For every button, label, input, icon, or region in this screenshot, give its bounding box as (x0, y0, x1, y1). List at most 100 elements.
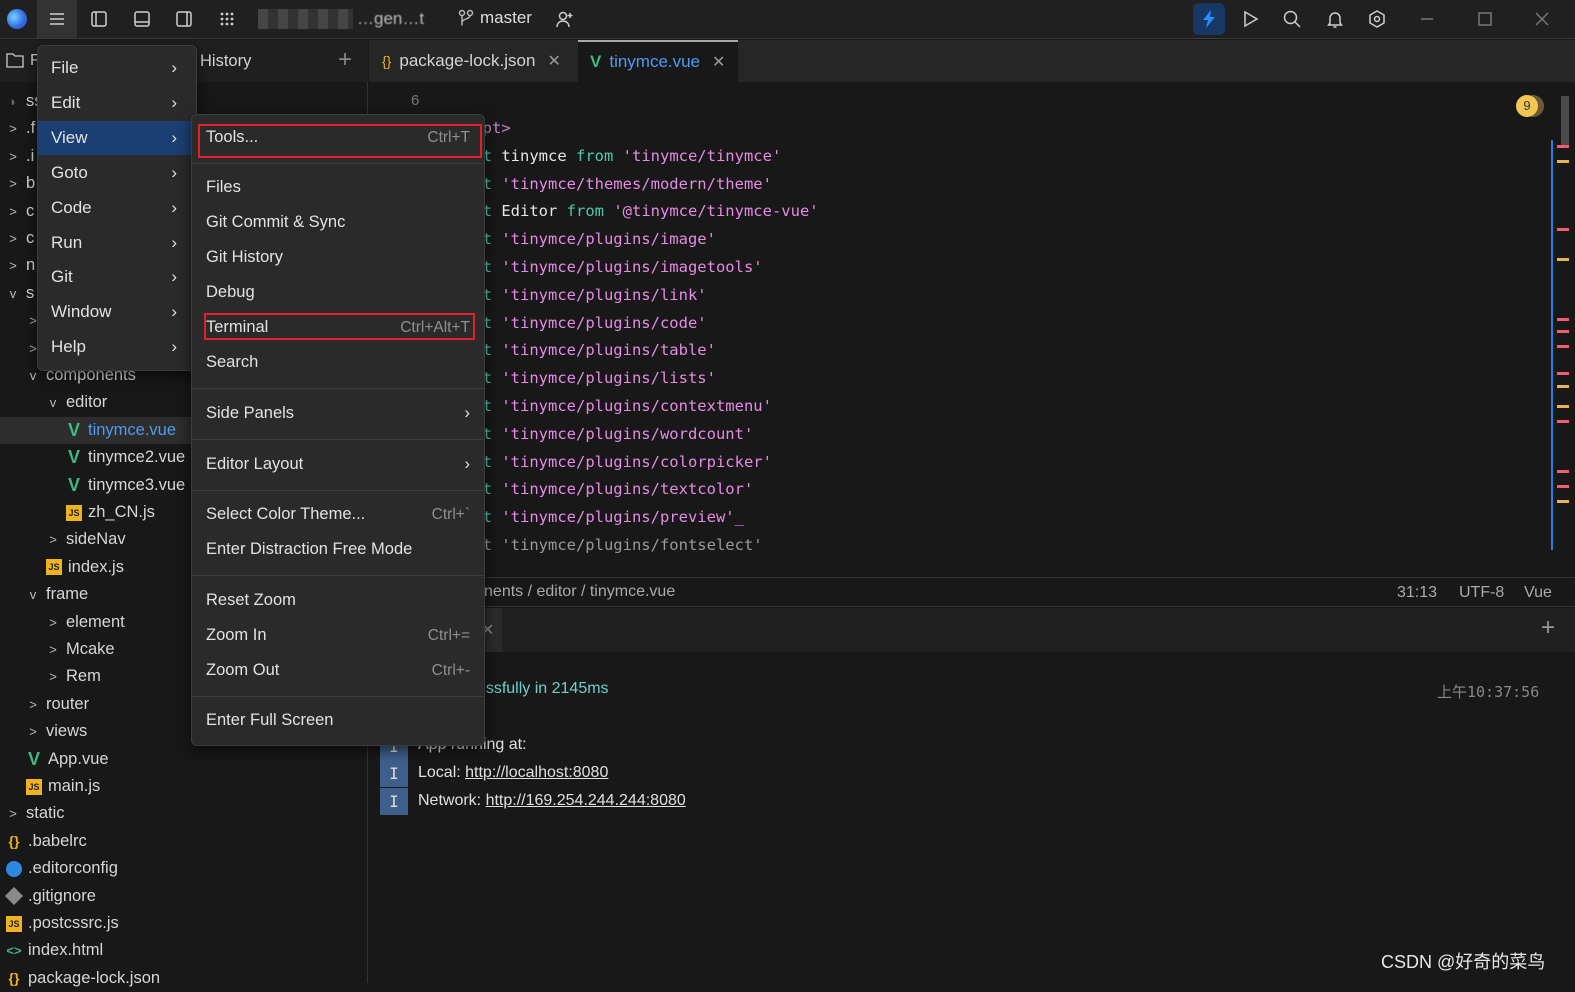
tree-item[interactable]: {} .babelrc (0, 828, 368, 855)
tree-item[interactable]: > static (0, 800, 368, 827)
tree-item[interactable]: {} package-lock.json (0, 965, 368, 992)
close-icon[interactable] (1525, 4, 1559, 34)
tree-item[interactable]: JS main.js (0, 773, 368, 800)
tree-item-label: editor (66, 393, 108, 412)
code-token: 'tinymce/plugins/link' (501, 285, 707, 304)
chevron-down-icon: v (49, 395, 57, 411)
bolt-icon[interactable] (1193, 3, 1225, 35)
menu-item-label: Zoom In (206, 626, 267, 644)
menu-item-view[interactable]: View › (37, 120, 191, 155)
code-token: 'tinymce/tinymce' (622, 146, 782, 165)
menu-item-goto[interactable]: Goto › (37, 156, 191, 190)
menu-item-edit[interactable]: Edit › (37, 86, 191, 120)
tree-item[interactable]: JS .postcssrc.js (0, 910, 368, 937)
menu-item-git[interactable]: Git › (37, 260, 191, 294)
editor-scrollbar[interactable] (1561, 96, 1569, 146)
tree-item[interactable]: .editorconfig (0, 855, 368, 882)
menu-item-debug[interactable]: Debug (192, 276, 484, 309)
menu-item-help[interactable]: Help › (37, 330, 191, 364)
menu-item-side-panels[interactable]: Side Panels › (192, 397, 484, 430)
json-icon: {} (8, 970, 20, 987)
minimize-icon[interactable] (1410, 4, 1444, 34)
menu-item-color-theme[interactable]: Select Color Theme... Ctrl+` (192, 498, 484, 531)
menu-item-reset-zoom[interactable]: Reset Zoom (192, 584, 484, 617)
chevron-right-icon: > (9, 148, 17, 164)
close-tab-icon[interactable]: ✕ (712, 52, 725, 72)
terminal-output[interactable] (369, 652, 1575, 983)
scrollbar-marker (1557, 372, 1569, 375)
menu-item-zoom-out[interactable]: Zoom Out Ctrl+- (192, 654, 484, 687)
bell-icon[interactable] (1318, 4, 1352, 34)
menu-item-code[interactable]: Code › (37, 191, 191, 225)
close-tab-icon[interactable]: ✕ (547, 51, 560, 71)
menu-item-label: Editor Layout (206, 455, 304, 473)
scrollbar-marker (1557, 485, 1569, 488)
chevron-right-icon: › (464, 455, 471, 473)
highlight-box-terminal (204, 313, 475, 340)
code-token: 'tinymce/plugins/code' (501, 313, 707, 332)
menu-item-files[interactable]: Files (192, 171, 484, 204)
chevron-down-icon: v (9, 285, 17, 301)
tab-tinymce-vue[interactable]: V tinymce.vue ✕ (578, 40, 738, 82)
app-logo (0, 4, 34, 34)
new-terminal-button[interactable]: + (1541, 614, 1555, 642)
network-url-link[interactable]: http://169.254.244.244:8080 (486, 792, 686, 809)
tree-item[interactable]: V App.vue (0, 746, 368, 773)
encoding[interactable]: UTF-8 (1459, 584, 1504, 602)
tree-item-label: .i (26, 146, 35, 165)
tab-package-lock-json[interactable]: {} package-lock.json ✕ (370, 40, 577, 82)
watermark: CSDN @好奇的菜鸟 (1381, 952, 1546, 972)
menu-item-label: Git (51, 267, 73, 287)
menu-item-search[interactable]: Search (192, 346, 484, 379)
code-token: 'tinymce/plugins/colorpicker' (501, 452, 772, 471)
menu-item-editor-layout[interactable]: Editor Layout › (192, 448, 484, 481)
sidebar-tab-history[interactable]: History (200, 52, 251, 71)
code-line: import 'tinymce/themes/modern/theme' (436, 175, 772, 193)
apps-grid-icon[interactable] (210, 4, 244, 34)
maximize-icon[interactable] (1468, 4, 1502, 34)
code-token: from (575, 146, 623, 165)
root-icon: ◗ (9, 94, 17, 109)
menu-separator (192, 439, 484, 440)
scrollbar-marker (1557, 385, 1569, 388)
tree-item[interactable]: <> index.html (0, 937, 368, 964)
js-icon: JS (46, 559, 62, 576)
add-collaborator-icon[interactable] (548, 4, 582, 34)
menu-item-window[interactable]: Window › (37, 295, 191, 329)
toggle-right-panel-icon[interactable] (167, 4, 201, 34)
tree-item[interactable]: .gitignore (0, 883, 368, 910)
menu-item-git-commit[interactable]: Git Commit & Sync (192, 206, 484, 239)
js-icon: JS (26, 778, 42, 795)
tree-item-label: c (26, 201, 35, 220)
local-url-link[interactable]: http://localhost:8080 (465, 764, 608, 781)
problems-badge[interactable]: 9 (1516, 95, 1538, 117)
menu-icon[interactable] (37, 0, 77, 38)
vue-icon: V (27, 748, 40, 769)
menu-item-run[interactable]: Run › (37, 226, 191, 260)
menu-item-git-history[interactable]: Git History (192, 241, 484, 274)
toggle-sidebar-icon[interactable] (82, 4, 116, 34)
run-icon[interactable] (1233, 4, 1267, 34)
branch-selector[interactable]: master (458, 8, 532, 28)
settings-icon[interactable] (1360, 4, 1394, 34)
tree-item-label: .editorconfig (28, 859, 118, 878)
language-mode[interactable]: Vue (1524, 584, 1552, 602)
add-tab-button[interactable]: + (338, 46, 352, 74)
menu-item-file[interactable]: File › (37, 51, 191, 85)
menu-item-label: Select Color Theme... (206, 505, 366, 523)
toggle-panel-icon[interactable] (125, 4, 159, 34)
menu-item-zoom-in[interactable]: Zoom In Ctrl+= (192, 619, 484, 652)
menu-item-full-screen[interactable]: Enter Full Screen (192, 704, 484, 737)
project-name-text: …gen…t (357, 9, 425, 28)
menu-item-distraction-free[interactable]: Enter Distraction Free Mode (192, 533, 484, 566)
chevron-right-icon: › (171, 267, 177, 287)
tree-item-label: Mcake (66, 640, 115, 658)
code-token: 'tinymce/plugins/lists' (501, 369, 716, 388)
tree-item-label: tinymce2.vue (88, 448, 186, 467)
cursor-position[interactable]: 31:13 (1397, 584, 1437, 602)
tree-item-label: index.js (68, 557, 124, 576)
search-icon[interactable] (1275, 4, 1309, 34)
menu-item-label: Zoom Out (206, 661, 280, 679)
menu-separator (192, 163, 484, 164)
project-name-obscured[interactable]: …gen…t (258, 8, 438, 30)
